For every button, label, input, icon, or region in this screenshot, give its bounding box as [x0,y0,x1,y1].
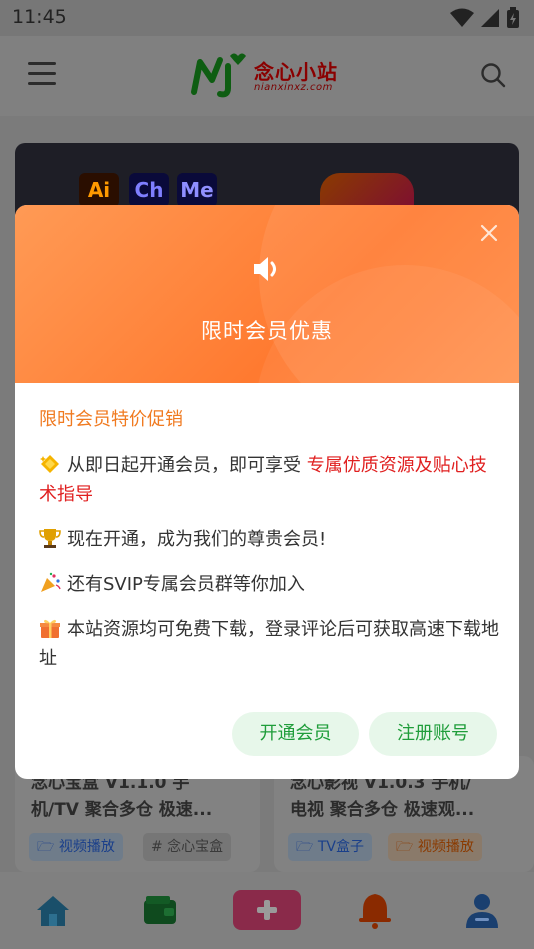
menu-button[interactable] [28,62,56,86]
status-icons [450,7,520,29]
membership-dialog: 限时会员优惠 限时会员特价促销 从即日起开通会员，即可享受 专属优质资源及贴心技… [15,205,519,779]
promo-line-2: 现在开通，成为我们的尊贵会员! [39,525,499,554]
wifi-icon [450,8,474,27]
add-post-button[interactable] [233,890,301,930]
register-account-button[interactable]: 注册账号 [369,712,497,756]
ai-badge: Ai [79,173,119,207]
status-time: 11:45 [12,6,67,28]
home-icon[interactable] [33,890,73,930]
tag-tv-box[interactable]: 🗁 TV盒子 [288,833,372,861]
promo-line-4: 本站资源均可免费下载，登录评论后可获取高速下载地址 [39,619,499,669]
gift-icon [40,619,60,638]
me-badge: Me [177,173,217,207]
promo-line-1: 从即日起开通会员，即可享受 专属优质资源及贴心技术指导 [39,455,487,505]
bottom-nav [0,872,534,949]
trophy-icon [39,529,61,548]
tag-video-play[interactable]: 🗁 视频播放 [29,833,123,861]
promo-heading: 限时会员特价促销 [39,409,183,430]
battery-icon [507,7,519,28]
folder-icon: 🗁 [396,839,414,855]
folder-icon: 🗁 [37,839,55,855]
open-membership-button[interactable]: 开通会员 [232,712,359,756]
ch-badge: Ch [129,173,169,207]
logo-mark-icon [191,53,246,98]
logo-subtext: nianxinxz.com [254,82,333,93]
logo-text: 念心小站 [254,60,338,84]
dialog-body: 限时会员特价促销 从即日起开通会员，即可享受 专属优质资源及贴心技术指导 现在开… [39,405,499,689]
user-icon[interactable] [462,890,502,930]
tag-nianxin-box[interactable]: # 念心宝盒 [143,833,232,861]
card-title-line2: 机/TV 聚合多仓 极速... [31,800,213,820]
menu-icon [28,62,56,65]
wallet-icon[interactable] [140,890,180,930]
plus-icon [257,900,277,920]
promo-line-3: 还有SVIP专属会员群等你加入 [39,570,499,599]
sparkle-diamond-icon [40,455,59,473]
tag-video-play[interactable]: 🗁 视频播放 [388,833,482,861]
status-bar: 11:45 [0,0,534,36]
close-icon[interactable] [477,221,501,245]
signal-icon [481,9,499,27]
folder-icon: 🗁 [296,839,314,855]
search-icon[interactable] [480,62,506,88]
speaker-icon [254,257,276,281]
party-popper-icon [41,572,61,592]
app-bar: 念心小站 nianxinxz.com [0,36,534,116]
card-title-line2: 电视 聚合多仓 极速观... [290,800,475,820]
dialog-title: 限时会员优惠 [201,319,333,343]
site-logo[interactable]: 念心小站 nianxinxz.com [188,50,348,102]
bell-icon[interactable] [355,890,395,930]
dialog-header: 限时会员优惠 [15,205,519,383]
